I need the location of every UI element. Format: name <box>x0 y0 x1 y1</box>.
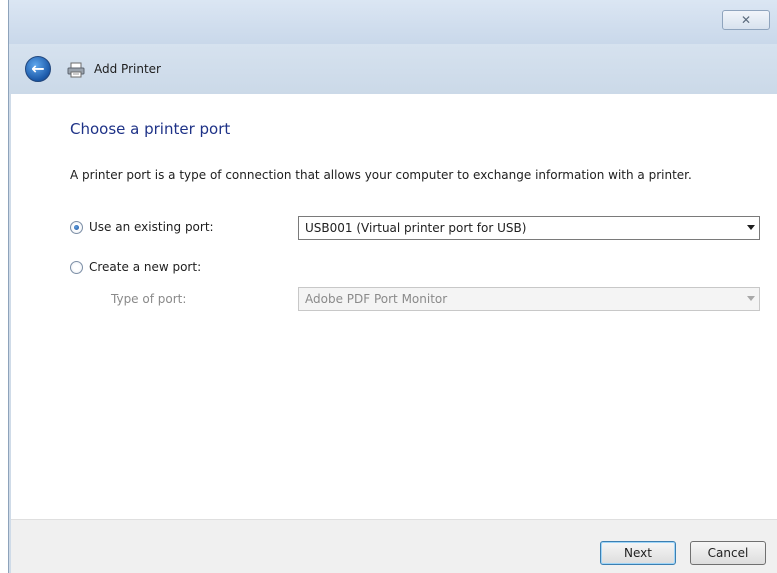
close-button[interactable]: ✕ <box>722 10 770 30</box>
back-button[interactable]: ← <box>25 56 51 82</box>
cancel-button[interactable]: Cancel <box>690 541 766 565</box>
dialog-title: Add Printer <box>94 62 161 76</box>
existing-port-dropdown[interactable]: USB001 (Virtual printer port for USB) <box>298 216 760 240</box>
wizard-content: Choose a printer port A printer port is … <box>11 94 777 519</box>
port-type-value: Adobe PDF Port Monitor <box>305 292 448 306</box>
navigation-bar: ← Add Printer <box>9 44 777 94</box>
chevron-down-icon <box>747 296 755 301</box>
printer-icon <box>67 62 85 78</box>
existing-port-value: USB001 (Virtual printer port for USB) <box>305 221 527 235</box>
existing-port-label: Use an existing port: <box>89 220 214 234</box>
chevron-down-icon <box>747 225 755 230</box>
new-port-radio[interactable] <box>70 260 83 274</box>
port-type-label: Type of port: <box>111 292 187 306</box>
next-button[interactable]: Next <box>600 541 676 565</box>
new-port-label: Create a new port: <box>89 260 202 274</box>
page-description: A printer port is a type of connection t… <box>70 168 692 182</box>
close-icon: ✕ <box>740 13 752 27</box>
back-arrow-icon: ← <box>31 59 45 78</box>
wizard-footer: Next Cancel <box>11 519 777 573</box>
existing-port-option[interactable]: Use an existing port: <box>70 218 214 236</box>
page-heading: Choose a printer port <box>70 120 231 138</box>
title-bar: ✕ <box>9 0 777 44</box>
port-type-dropdown: Adobe PDF Port Monitor <box>298 287 760 311</box>
new-port-option[interactable]: Create a new port: <box>70 258 201 276</box>
add-printer-window: ✕ ← Add Printer Choose a printer port A … <box>8 0 777 573</box>
existing-port-radio[interactable] <box>70 220 83 234</box>
